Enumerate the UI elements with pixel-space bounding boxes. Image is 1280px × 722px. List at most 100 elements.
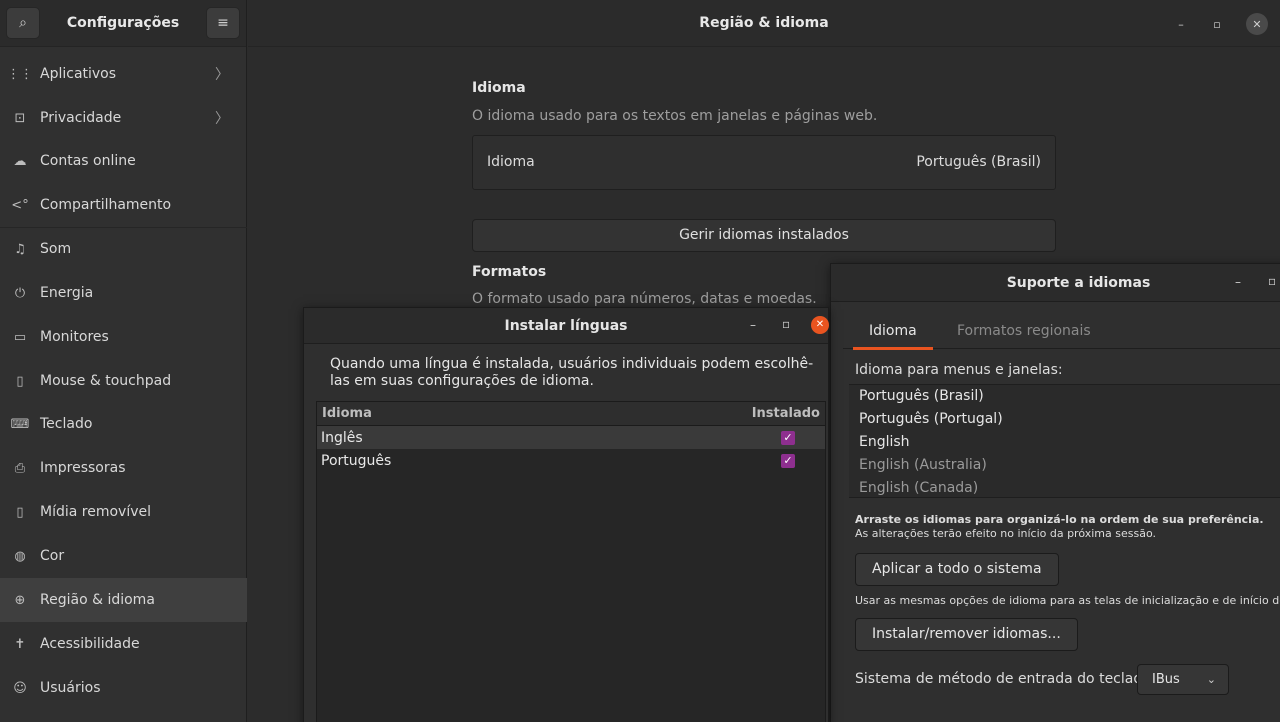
search-icon: ⌕: [19, 15, 27, 31]
sidebar-item-contas-online[interactable]: ☁ Contas online: [0, 139, 247, 183]
sidebar-item-label: Mídia removível: [40, 504, 152, 520]
color-palette-icon: ◍: [14, 548, 26, 564]
minimize-button[interactable]: –: [1235, 275, 1241, 289]
sidebar-item-label: Monitores: [40, 329, 109, 345]
sidebar-item-label: Acessibilidade: [40, 636, 140, 652]
sidebar-item-mouse-touchpad[interactable]: ▯ Mouse & touchpad: [0, 359, 247, 403]
sidebar-item-label: Privacidade: [40, 110, 122, 126]
installed-checkbox[interactable]: ✓: [781, 430, 795, 445]
sidebar-item-usuarios[interactable]: ☺ Usuários: [0, 666, 247, 710]
lock-icon: ⊡: [14, 110, 26, 126]
sidebar-item-label: Mouse & touchpad: [40, 373, 172, 389]
minimize-button[interactable]: –: [750, 318, 756, 332]
maximize-button[interactable]: ▫: [1268, 274, 1276, 288]
chevron-right-icon: 〉: [215, 111, 229, 127]
idioma-section-title: Idioma: [472, 80, 526, 96]
effect-hint: As alterações terão efeito no início da …: [855, 527, 1156, 540]
chevron-down-icon: ⌄: [1206, 673, 1216, 686]
page-title: Região & idioma: [699, 15, 829, 31]
column-header-instalado[interactable]: Instalado: [752, 406, 820, 421]
sidebar-item-aplicativos[interactable]: ⋮⋮ Aplicativos 〉: [0, 52, 247, 96]
column-header-idioma[interactable]: Idioma: [322, 406, 372, 421]
maximize-button[interactable]: ▫: [1206, 13, 1228, 35]
install-remove-languages-button[interactable]: Instalar/remover idiomas...: [855, 618, 1078, 651]
sidebar-item-compartilhamento[interactable]: <° Compartilhamento: [0, 183, 247, 227]
sidebar-header: ⌕ Configurações ≡: [0, 0, 246, 47]
language-cell: Português: [321, 452, 392, 469]
list-item[interactable]: English: [849, 431, 1280, 454]
installed-checkbox[interactable]: ✓: [781, 453, 795, 468]
power-icon: ⏻: [14, 285, 26, 301]
apply-system-wide-button[interactable]: Aplicar a todo o sistema: [855, 553, 1059, 586]
dialog-description: Quando uma língua é instalada, usuários …: [330, 356, 814, 389]
table-row[interactable]: Inglês ✓: [317, 426, 825, 449]
close-icon: ✕: [815, 319, 825, 330]
sidebar-item-acessibilidade[interactable]: ✝ Acessibilidade: [0, 622, 247, 666]
minimize-icon: –: [1178, 17, 1184, 31]
monitor-icon: ▭: [13, 329, 27, 345]
mouse-icon: ▯: [16, 373, 24, 389]
input-method-label: Sistema de método de entrada do teclado:: [855, 671, 1156, 687]
close-button[interactable]: ✕: [1246, 13, 1268, 35]
sidebar-item-privacidade[interactable]: ⊡ Privacidade 〉: [0, 96, 247, 140]
sidebar-item-cor[interactable]: ◍ Cor: [0, 534, 247, 578]
sidebar-item-label: Aplicativos: [40, 66, 117, 82]
list-item[interactable]: Português (Portugal): [849, 408, 1280, 431]
users-icon: ☺: [13, 680, 27, 696]
idioma-row-label: Idioma: [487, 154, 535, 170]
input-method-select[interactable]: IBus ⌄: [1137, 664, 1229, 695]
languages-table: Idioma Instalado Inglês ✓ Português ✓: [316, 401, 826, 722]
sidebar-item-som[interactable]: ♫ Som: [0, 227, 247, 271]
tab-idioma[interactable]: Idioma: [869, 323, 917, 339]
sidebar-item-label: Teclado: [40, 416, 93, 432]
active-tab-indicator: [853, 347, 933, 350]
sidebar-item-label: Cor: [40, 548, 65, 564]
maximize-icon: ▫: [1213, 17, 1221, 31]
globe-icon: ⊕: [14, 592, 26, 608]
list-item[interactable]: English (Australia): [849, 454, 1280, 477]
accessibility-icon: ✝: [14, 636, 26, 652]
dialog-header: Suporte a idiomas – ▫: [831, 264, 1280, 302]
drag-hint: Arraste os idiomas para organizá-lo na o…: [855, 513, 1264, 526]
keyboard-icon: ⌨: [10, 416, 30, 432]
sidebar-item-label: Som: [40, 241, 72, 257]
sidebar-item-label: Usuários: [40, 680, 101, 696]
sidebar-item-impressoras[interactable]: ⎙ Impressoras: [0, 446, 247, 490]
idioma-section-description: O idioma usado para os textos em janelas…: [472, 108, 878, 124]
sidebar-item-midia-removivel[interactable]: ▯ Mídia removível: [0, 490, 247, 534]
chevron-right-icon: 〉: [215, 67, 229, 83]
table-row[interactable]: Português ✓: [317, 449, 825, 472]
sidebar-item-energia[interactable]: ⏻ Energia: [0, 271, 247, 315]
menu-button[interactable]: ≡: [206, 7, 240, 39]
sidebar-item-label: Impressoras: [40, 460, 126, 476]
printer-icon: ⎙: [14, 460, 26, 476]
formatos-section-description: O formato usado para números, datas e mo…: [472, 291, 817, 307]
sidebar-item-label: Região & idioma: [40, 592, 155, 608]
list-item[interactable]: Português (Brasil): [849, 385, 1280, 408]
input-method-value: IBus: [1152, 672, 1180, 687]
idioma-row[interactable]: Idioma Português (Brasil): [472, 135, 1056, 190]
cloud-icon: ☁: [13, 153, 27, 169]
dialog-header: Instalar línguas – ▫ ✕: [304, 308, 829, 344]
music-note-icon: ♫: [14, 241, 26, 257]
close-button[interactable]: ✕: [811, 316, 829, 334]
tab-formatos-regionais[interactable]: Formatos regionais: [957, 323, 1091, 339]
minimize-button[interactable]: –: [1170, 13, 1192, 35]
menus-language-label: Idioma para menus e janelas:: [855, 362, 1063, 378]
language-cell: Inglês: [321, 429, 363, 446]
manage-languages-button[interactable]: Gerir idiomas instalados: [472, 219, 1056, 252]
install-languages-dialog: Instalar línguas – ▫ ✕ Quando uma língua…: [303, 307, 829, 722]
sidebar-item-monitores[interactable]: ▭ Monitores: [0, 315, 247, 359]
sidebar-item-label: Contas online: [40, 153, 136, 169]
list-item[interactable]: English (Canada): [849, 477, 1280, 500]
search-button[interactable]: ⌕: [6, 7, 40, 39]
sidebar-item-label: Energia: [40, 285, 94, 301]
maximize-button[interactable]: ▫: [782, 317, 790, 331]
sidebar-item-regiao-idioma[interactable]: ⊕ Região & idioma: [0, 578, 247, 622]
removable-media-icon: ▯: [16, 504, 24, 520]
sidebar-item-teclado[interactable]: ⌨ Teclado: [0, 402, 247, 446]
share-icon: <°: [11, 197, 29, 213]
formatos-section-title: Formatos: [472, 264, 547, 280]
tab-bar: Idioma Formatos regionais: [843, 313, 1280, 350]
login-screens-hint: Usar as mesmas opções de idioma para as …: [855, 594, 1280, 607]
